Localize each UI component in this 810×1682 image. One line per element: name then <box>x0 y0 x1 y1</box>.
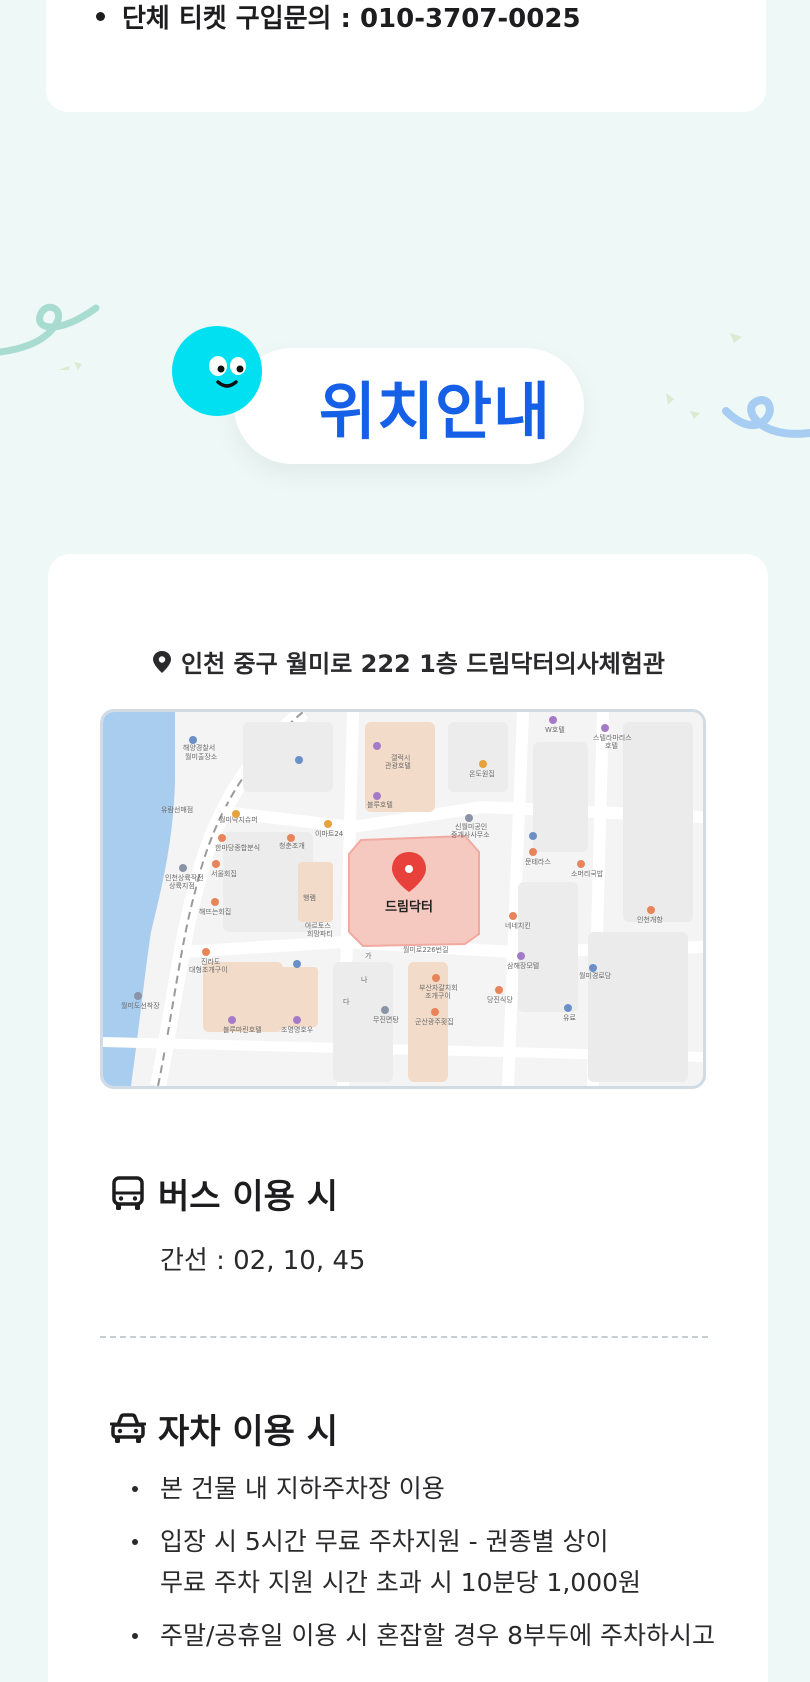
location-map[interactable]: 드림닥터 해양경찰서 월미출장소 유람선매점 월미낙지슈퍼 한마당종합분식 청춘… <box>100 709 706 1089</box>
svg-text:네네치킨: 네네치킨 <box>505 921 531 930</box>
mascot-icon <box>172 326 262 416</box>
ticket-info-card: 단체 티켓 구입문의 : 010-3707-0025 <box>46 0 766 112</box>
location-pin-icon <box>153 650 172 673</box>
svg-text:서울회집: 서울회집 <box>211 869 237 878</box>
bus-icon <box>112 1175 144 1210</box>
svg-text:청춘조개: 청춘조개 <box>279 841 305 850</box>
svg-text:해뜨는회집: 해뜨는회집 <box>199 907 231 916</box>
svg-text:상륙지점: 상륙지점 <box>169 881 195 890</box>
ticket-info-item: 단체 티켓 구입문의 : 010-3707-0025 <box>96 0 581 35</box>
svg-text:조개구이: 조개구이 <box>425 991 451 1000</box>
car-info-item: 입장 시 5시간 무료 주차지원 - 권종별 상이 무료 주차 지원 시간 초과… <box>132 1521 732 1603</box>
svg-text:군산광주횟집: 군산광주횟집 <box>415 1017 454 1026</box>
svg-text:W호텔: W호텔 <box>545 726 565 734</box>
svg-text:진라도: 진라도 <box>201 957 221 966</box>
svg-text:부산자갈치회: 부산자갈치회 <box>419 983 458 992</box>
bus-section-title: 버스 이용 시 <box>110 1169 338 1218</box>
page-title: 위치안내 <box>318 375 552 448</box>
svg-text:해양경찰서: 해양경찰서 <box>183 743 215 752</box>
svg-text:호텔: 호텔 <box>605 742 618 750</box>
svg-text:인천상륙작전: 인천상륙작전 <box>165 873 204 882</box>
svg-text:월미로226번길: 월미로226번길 <box>403 945 449 954</box>
car-info-item: 주말/공휴일 이용 시 혼잡할 경우 8부두에 주차하시고 <box>132 1615 732 1656</box>
car-icon <box>110 1412 146 1443</box>
svg-text:유료: 유료 <box>563 1014 576 1022</box>
svg-text:관광호텔: 관광호텔 <box>385 761 411 770</box>
svg-text:온도원집: 온도원집 <box>469 769 495 778</box>
ribbon-right-decoration <box>666 333 810 438</box>
section-divider <box>100 1336 708 1338</box>
svg-text:삼해장모텔: 삼해장모텔 <box>507 961 539 970</box>
svg-text:스텔라마리스: 스텔라마리스 <box>593 733 632 742</box>
ticket-info-list: 단체 티켓 구입문의 : 010-3707-0025 <box>96 0 581 35</box>
svg-text:아르토스: 아르토스 <box>305 921 331 930</box>
car-info-list: 본 건물 내 지하주차장 이용 입장 시 5시간 무료 주차지원 - 권종별 상… <box>132 1468 732 1668</box>
map-marker-label: 드림닥터 <box>385 899 433 915</box>
svg-text:블루호텔: 블루호텔 <box>367 800 393 809</box>
location-heading: 위치안내 <box>172 326 592 466</box>
title-pill: 위치안내 <box>234 348 584 464</box>
svg-text:월미출장소: 월미출장소 <box>185 752 218 761</box>
svg-text:이마트24: 이마트24 <box>315 829 344 838</box>
svg-text:당진식당: 당진식당 <box>487 995 513 1004</box>
svg-text:소머리국밥: 소머리국밥 <box>571 869 604 878</box>
svg-text:신월미공인: 신월미공인 <box>455 822 487 831</box>
bus-route-text: 간선 : 02, 10, 45 <box>160 1246 366 1276</box>
svg-text:대형조개구이: 대형조개구이 <box>189 965 228 974</box>
location-card: 인천 중구 월미로 222 1층 드림닥터의사체험관 드림닥터 해양경찰서 월미… <box>48 554 768 1682</box>
svg-text:월미도선착장: 월미도선착장 <box>121 1001 160 1010</box>
bus-title-text: 버스 이용 시 <box>158 1177 339 1217</box>
svg-text:유람선매점: 유람선매점 <box>161 805 193 814</box>
svg-text:한마당종합분식: 한마당종합분식 <box>215 843 260 852</box>
car-info-item: 본 건물 내 지하주차장 이용 <box>132 1468 732 1509</box>
address-line: 인천 중구 월미로 222 1층 드림닥터의사체험관 <box>48 644 768 679</box>
svg-text:월미경로당: 월미경로당 <box>579 971 612 980</box>
svg-text:중개사사무소: 중개사사무소 <box>451 830 490 839</box>
svg-text:갤럭시: 갤럭시 <box>391 754 410 762</box>
car-section-title: 자차 이용 시 <box>110 1404 338 1453</box>
svg-text:가: 가 <box>365 951 372 960</box>
svg-text:희망파티: 희망파티 <box>307 929 333 938</box>
svg-text:문테라스: 문테라스 <box>525 857 551 866</box>
car-title-text: 자차 이용 시 <box>158 1412 339 1452</box>
svg-text:다: 다 <box>343 997 350 1006</box>
svg-text:나: 나 <box>361 975 368 984</box>
ribbon-left-decoration <box>0 303 100 370</box>
svg-text:블루마린호텔: 블루마린호텔 <box>223 1025 262 1034</box>
address-text: 인천 중구 월미로 222 1층 드림닥터의사체험관 <box>181 650 665 678</box>
svg-text:행램: 행램 <box>303 893 316 902</box>
svg-text:인천개항: 인천개항 <box>637 915 663 924</box>
svg-text:조명명호우: 조명명호우 <box>281 1025 314 1034</box>
svg-text:무진면탕: 무진면탕 <box>373 1015 399 1024</box>
